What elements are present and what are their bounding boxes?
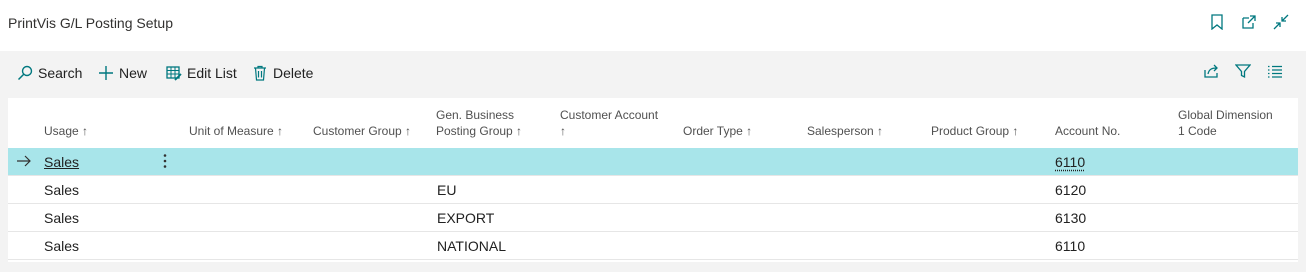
column-header-customer-account[interactable]: Customer Account ↑ [560,98,678,148]
column-header-customer-group[interactable]: Customer Group ↑ [313,98,431,148]
search-label: Search [38,65,83,81]
title-icons [1208,13,1290,31]
new-button[interactable]: New [97,62,147,84]
usage-cell: Sales [44,182,80,198]
table-row[interactable]: Sales NATIONAL 6110 [8,232,1298,260]
title-bar: PrintVis G/L Posting Setup [0,0,1306,51]
column-header-usage[interactable]: Usage ↑ [44,98,184,148]
column-header-salesperson[interactable]: Salesperson ↑ [807,98,925,148]
usage-cell[interactable]: Sales [44,154,79,170]
delete-label: Delete [273,65,314,81]
filter-icon[interactable] [1234,62,1252,80]
search-button[interactable]: Search [16,62,82,84]
edit-list-button[interactable]: Edit List [165,62,237,84]
gen-business-posting-group-cell: NATIONAL [437,238,506,254]
collapse-icon[interactable] [1272,13,1290,31]
page-title: PrintVis G/L Posting Setup [8,15,173,31]
data-grid: Usage ↑ Unit of Measure ↑ Customer Group… [8,98,1298,262]
arrow-right-icon [16,153,32,169]
search-icon [16,65,33,82]
column-header-gen-business-posting-group[interactable]: Gen. Business Posting Group ↑ [436,98,554,148]
account-no-cell: 6130 [1055,210,1087,226]
column-header-account-no[interactable]: Account No. [1055,98,1173,148]
column-header-unit-of-measure[interactable]: Unit of Measure ↑ [189,98,307,148]
gen-business-posting-group-cell: EXPORT [437,210,495,226]
open-new-window-icon[interactable] [1240,13,1258,31]
delete-button[interactable]: Delete [251,62,313,84]
account-no-cell[interactable]: 6110 [1055,154,1085,170]
usage-cell: Sales [44,238,80,254]
table-row[interactable]: Sales EXPORT 6130 [8,204,1298,232]
account-no-cell: 6120 [1055,182,1087,198]
row-actions-icon[interactable] [159,152,171,170]
trash-icon [251,65,268,82]
view-actions [1202,62,1284,80]
column-header-product-group[interactable]: Product Group ↑ [931,98,1049,148]
action-bar: Search New Edit List Delete [8,58,1298,88]
new-label: New [119,65,148,81]
bookmark-icon[interactable] [1208,13,1226,31]
account-no-cell: 6110 [1055,238,1086,254]
table-row[interactable]: Sales EU 6120 [8,176,1298,204]
edit-list-label: Edit List [187,65,237,81]
table-row-selected[interactable]: Sales 6110 [8,148,1298,176]
share-icon[interactable] [1202,62,1220,80]
plus-icon [97,65,114,82]
usage-cell: Sales [44,210,80,226]
column-header-global-dimension-1-code[interactable]: Global Dimension 1 Code [1178,98,1296,148]
gen-business-posting-group-cell: EU [437,182,457,198]
list-view-icon[interactable] [1266,62,1284,80]
column-header-order-type[interactable]: Order Type ↑ [683,98,801,148]
edit-list-icon [165,65,182,82]
